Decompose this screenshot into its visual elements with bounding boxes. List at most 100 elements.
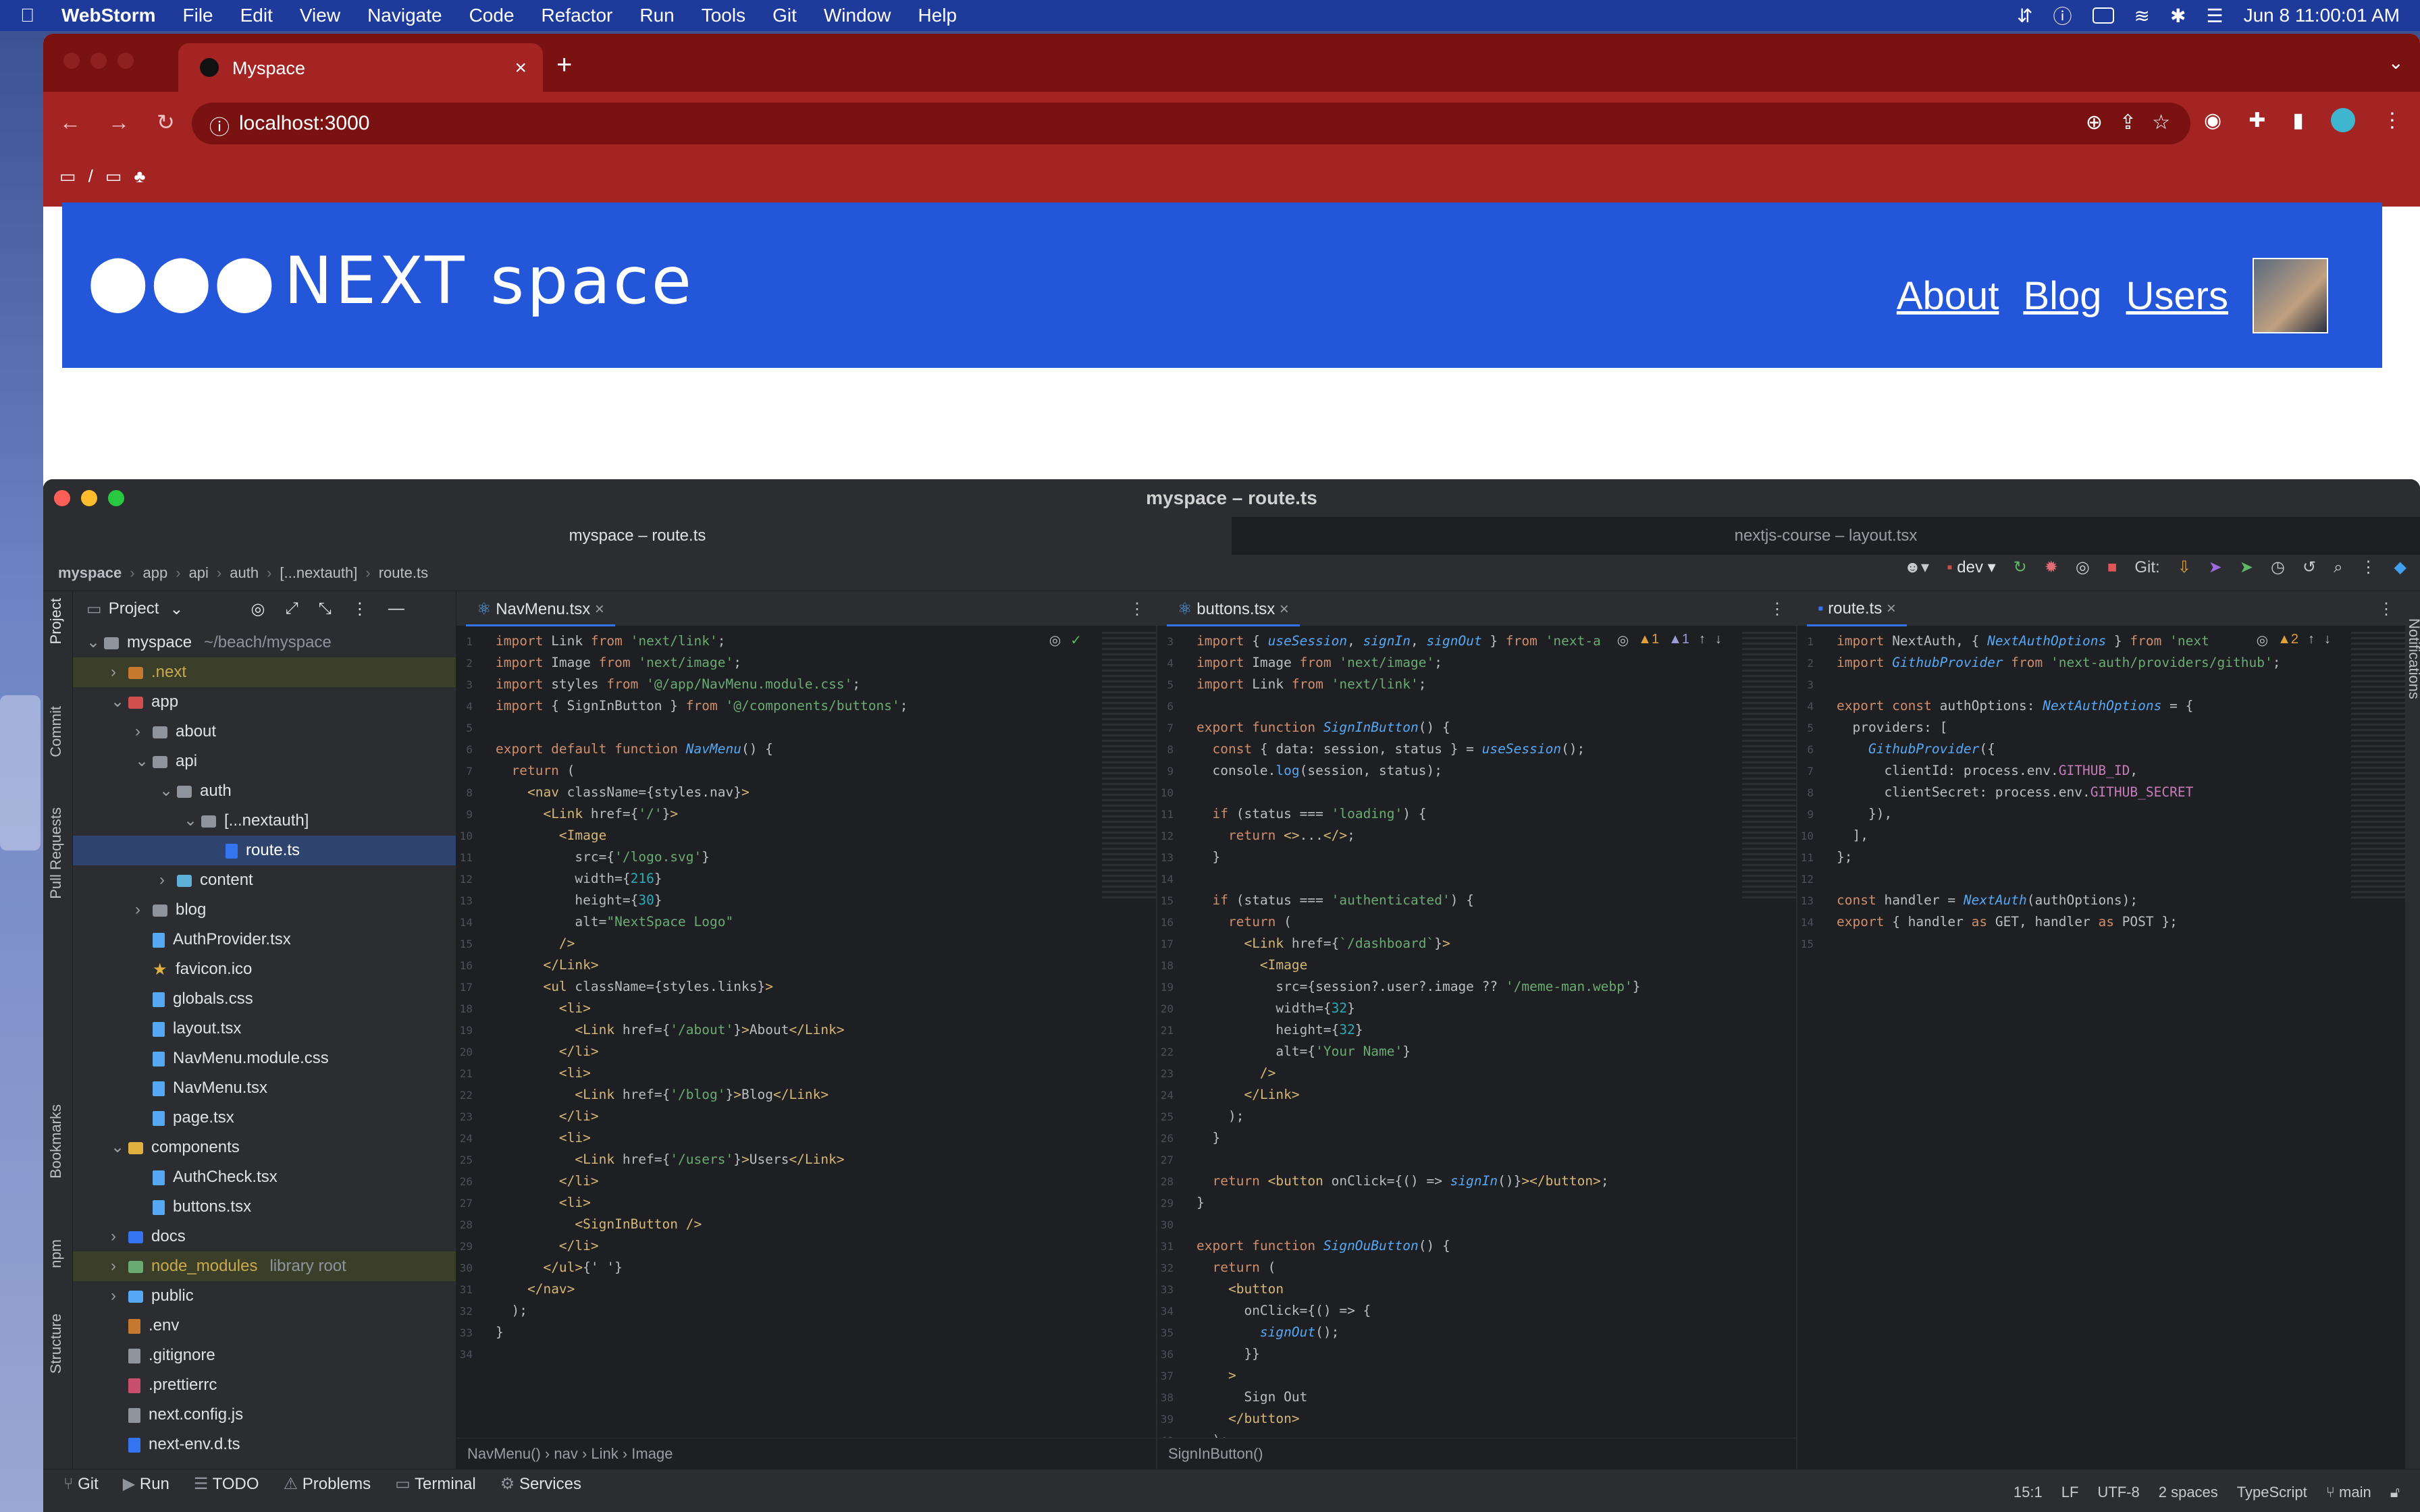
- chevron-right-icon[interactable]: ›: [111, 1251, 128, 1281]
- line-number[interactable]: 36: [1157, 1344, 1196, 1366]
- debug-icon[interactable]: ✹: [2045, 558, 2058, 577]
- close-tab-icon[interactable]: ×: [1882, 599, 1896, 618]
- reload-icon[interactable]: ↻: [157, 109, 175, 135]
- editor-tab[interactable]: ⚛ NavMenu.tsx ×: [466, 591, 615, 626]
- line-number[interactable]: 24: [456, 1128, 496, 1150]
- locate-icon[interactable]: ◎: [251, 599, 265, 619]
- forward-arrow-icon[interactable]: →: [108, 110, 130, 135]
- back-arrow-icon[interactable]: ←: [59, 110, 81, 135]
- line-number[interactable]: 34: [456, 1344, 496, 1366]
- line-number[interactable]: 31: [456, 1279, 496, 1301]
- folder-icon[interactable]: ▭: [105, 166, 122, 187]
- apple-icon[interactable]: : [20, 5, 34, 26]
- chevron-down-icon[interactable]: ⌄: [86, 628, 104, 657]
- chevron-right-icon[interactable]: ›: [111, 1281, 128, 1311]
- tree-item[interactable]: NavMenu.module.css: [73, 1044, 456, 1073]
- clock[interactable]: Jun 8 11:00:01 AM: [2244, 5, 2400, 26]
- code-area[interactable]: 3 import { useSession, signIn, signOut } …: [1157, 630, 1796, 1469]
- breadcrumb-item[interactable]: myspace: [58, 564, 122, 582]
- code-area[interactable]: 1 import Link from 'next/link'; 2 import Im…: [456, 630, 1156, 1365]
- extensions-puzzle-icon[interactable]: ✚: [2248, 109, 2265, 132]
- arrows-icon[interactable]: ⇵: [2017, 5, 2032, 27]
- tree-item[interactable]: page.tsx: [73, 1103, 456, 1133]
- line-number[interactable]: 21: [456, 1063, 496, 1085]
- address-bar[interactable]: ⓘ localhost:3000 ⊕ ⇪ ☆: [192, 103, 2190, 144]
- git-update-icon[interactable]: ⇩: [2178, 558, 2191, 577]
- tool-window-run[interactable]: ▶ Run: [123, 1474, 169, 1494]
- site-logo[interactable]: ⬤⬤⬤ NEXT space: [88, 243, 694, 319]
- tree-item[interactable]: AuthProvider.tsx: [73, 925, 456, 954]
- menu-file[interactable]: File: [183, 5, 213, 26]
- site-info-icon[interactable]: ⓘ: [209, 111, 230, 140]
- menu-code[interactable]: Code: [469, 5, 515, 26]
- options-icon[interactable]: ⋮: [352, 599, 368, 619]
- breadcrumb-item[interactable]: [...nextauth]: [280, 564, 357, 582]
- no-problems-check-icon[interactable]: ✓: [1070, 632, 1082, 649]
- line-number[interactable]: 11: [1797, 847, 1837, 869]
- wifi-icon[interactable]: ≋: [2134, 5, 2150, 27]
- caret-position[interactable]: 15:1: [2014, 1484, 2043, 1501]
- line-number[interactable]: 27: [1157, 1150, 1196, 1171]
- line-number[interactable]: 19: [1157, 977, 1196, 998]
- control-center-icon[interactable]: ☰: [2206, 5, 2223, 27]
- reader-mode-icon[interactable]: ◎: [1049, 632, 1061, 649]
- line-number[interactable]: 23: [1157, 1063, 1196, 1085]
- app-menu-webstorm[interactable]: WebStorm: [61, 5, 156, 26]
- collapse-all-icon[interactable]: ⤡: [319, 599, 332, 618]
- line-number[interactable]: 15: [1797, 934, 1837, 955]
- tree-item[interactable]: ⌄ app: [73, 687, 456, 717]
- menu-window[interactable]: Window: [824, 5, 891, 26]
- editor-tab-options-icon[interactable]: ⋮: [2378, 599, 2394, 619]
- line-number[interactable]: 4: [1797, 696, 1837, 718]
- chevron-down-icon[interactable]: ⌄: [169, 599, 183, 619]
- zoom-icon[interactable]: ⊕: [2086, 111, 2103, 134]
- line-number[interactable]: 17: [456, 977, 496, 998]
- window-tab-myspace[interactable]: myspace – route.ts: [43, 517, 1232, 555]
- line-number[interactable]: 6: [456, 739, 496, 761]
- line-number[interactable]: 29: [1157, 1193, 1196, 1214]
- file-language[interactable]: TypeScript: [2237, 1484, 2307, 1501]
- line-number[interactable]: 17: [1157, 934, 1196, 955]
- chevron-down-icon[interactable]: ⌄: [135, 747, 153, 776]
- previous-highlight-arrow-icon[interactable]: ↑: [2308, 632, 2315, 649]
- line-number[interactable]: 34: [1157, 1301, 1196, 1322]
- close-tab-icon[interactable]: ×: [515, 57, 527, 80]
- line-number[interactable]: 18: [1157, 955, 1196, 977]
- tree-item[interactable]: › blog: [73, 895, 456, 925]
- chevron-right-icon[interactable]: ›: [111, 1222, 128, 1251]
- folder-icon[interactable]: ▭: [59, 166, 76, 187]
- breadcrumb-item[interactable]: api: [189, 564, 209, 582]
- line-number[interactable]: 32: [1157, 1258, 1196, 1279]
- tree-item[interactable]: › .next: [73, 657, 456, 687]
- inspection-widget[interactable]: ◎ ▲2 ↑ ↓: [2257, 632, 2331, 649]
- nav-link-users[interactable]: Users: [2126, 273, 2228, 319]
- close-window-button[interactable]: [63, 53, 80, 69]
- line-number[interactable]: 5: [456, 718, 496, 739]
- browser-menu-icon[interactable]: ⋮: [2382, 109, 2402, 132]
- line-number[interactable]: 22: [1157, 1042, 1196, 1063]
- line-number[interactable]: 39: [1157, 1409, 1196, 1430]
- users-icon[interactable]: ☻▾: [1904, 558, 1929, 577]
- menu-tools[interactable]: Tools: [702, 5, 745, 26]
- tool-tab-commit[interactable]: Commit: [47, 706, 65, 757]
- line-number[interactable]: 2: [1797, 653, 1837, 674]
- tree-item[interactable]: AuthCheck.tsx: [73, 1162, 456, 1192]
- line-number[interactable]: 3: [456, 674, 496, 696]
- tree-item[interactable]: › about: [73, 717, 456, 747]
- line-number[interactable]: 16: [456, 955, 496, 977]
- next-highlight-arrow-icon[interactable]: ↓: [1715, 632, 1722, 649]
- line-number[interactable]: 25: [1157, 1106, 1196, 1128]
- code-area[interactable]: 1 import NextAuth, { NextAuthOptions } fr…: [1797, 630, 2405, 954]
- close-tab-icon[interactable]: ×: [590, 600, 604, 618]
- line-number[interactable]: 18: [456, 998, 496, 1020]
- coverage-icon[interactable]: ◎: [2076, 558, 2090, 577]
- inspection-widget[interactable]: ◎ ✓: [1049, 632, 1082, 649]
- line-number[interactable]: 26: [1157, 1128, 1196, 1150]
- user-avatar[interactable]: [2253, 258, 2328, 333]
- git-rollback-icon[interactable]: ↺: [2303, 558, 2316, 577]
- tree-item[interactable]: buttons.tsx: [73, 1192, 456, 1222]
- git-branch-widget[interactable]: ⑂ main: [2326, 1484, 2371, 1501]
- line-number[interactable]: 25: [456, 1150, 496, 1171]
- line-number[interactable]: 30: [456, 1258, 496, 1279]
- hide-panel-icon[interactable]: —: [388, 599, 404, 618]
